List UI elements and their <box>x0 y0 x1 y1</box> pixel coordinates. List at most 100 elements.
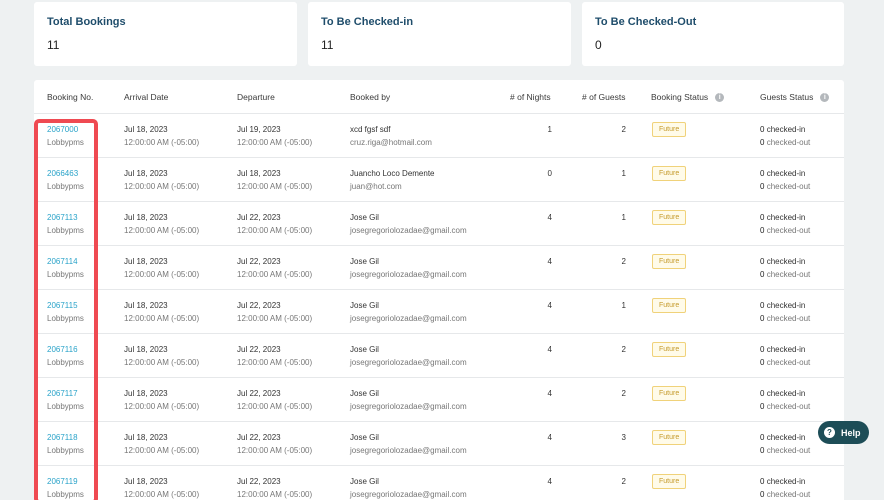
nights-value: 0 <box>547 169 552 178</box>
guest-email: cruz.riga@hotmail.com <box>350 138 432 147</box>
nights-value: 4 <box>547 345 552 354</box>
table-header: Booking No. Arrival Date Departure Booke… <box>34 80 844 114</box>
booking-number-link[interactable]: 2067115 <box>47 301 78 310</box>
checked-out-status: 0 checked-out <box>760 182 810 191</box>
checked-out-count: 0 <box>760 182 765 191</box>
departure-time: 12:00:00 AM (-05:00) <box>237 446 313 455</box>
checked-out-text: checked-out <box>766 402 811 411</box>
checked-in-status: 0 checked-in <box>760 213 805 222</box>
status-badge: Future <box>652 386 687 401</box>
header-booking-status-label[interactable]: Booking Status <box>651 92 708 102</box>
departure-time: 12:00:00 AM (-05:00) <box>237 402 313 411</box>
checked-out-status: 0 checked-out <box>760 226 810 235</box>
checked-out-text: checked-out <box>766 314 811 323</box>
guest-name: Jose Gil <box>350 301 379 310</box>
checked-in-text: checked-in <box>766 345 806 354</box>
checked-out-count: 0 <box>760 358 765 367</box>
guest-email: josegregoriolozadae@gmail.com <box>350 314 467 323</box>
guest-name: Jose Gil <box>350 433 379 442</box>
booking-number-link[interactable]: 2067116 <box>47 345 78 354</box>
header-booked-by[interactable]: Booked by <box>350 92 390 102</box>
checked-in-count: 0 <box>760 477 765 486</box>
checked-out-count: 0 <box>760 138 765 147</box>
table-row[interactable]: 2067118 Lobbypms Jul 18, 2023 12:00:00 AM (… <box>34 422 844 466</box>
guest-name: Jose Gil <box>350 257 379 266</box>
nights-value: 4 <box>547 213 552 222</box>
departure-time: 12:00:00 AM (-05:00) <box>237 182 313 191</box>
checked-in-count: 0 <box>760 213 765 222</box>
guest-name: Jose Gil <box>350 477 379 486</box>
checked-out-count: 0 <box>760 270 765 279</box>
checked-in-text: checked-in <box>766 433 806 442</box>
help-button[interactable]: ? Help <box>818 421 869 444</box>
checked-out-count: 0 <box>760 490 765 499</box>
checked-out-text: checked-out <box>766 490 811 499</box>
departure-time: 12:00:00 AM (-05:00) <box>237 314 313 323</box>
table-row[interactable]: 2067119 Lobbypms Jul 18, 2023 12:00:00 AM (… <box>34 466 844 500</box>
booking-number-link[interactable]: 2067119 <box>47 477 78 486</box>
header-guests-status-label[interactable]: Guests Status <box>760 92 813 102</box>
arrival-date: Jul 18, 2023 <box>124 433 168 442</box>
checked-in-status: 0 checked-in <box>760 433 805 442</box>
checked-in-text: checked-in <box>766 301 806 310</box>
bookings-table: Booking No. Arrival Date Departure Booke… <box>34 80 844 500</box>
booking-number-link[interactable]: 2067000 <box>47 125 78 134</box>
status-badge: Future <box>652 298 687 313</box>
guest-name: Juancho Loco Demente <box>350 169 435 178</box>
arrival-time: 12:00:00 AM (-05:00) <box>124 446 200 455</box>
checked-out-status: 0 checked-out <box>760 270 810 279</box>
booking-number-link[interactable]: 2067114 <box>47 257 78 266</box>
header-nights[interactable]: # of Nights <box>510 92 551 102</box>
arrival-time: 12:00:00 AM (-05:00) <box>124 138 200 147</box>
checked-out-count: 0 <box>760 446 765 455</box>
departure-date: Jul 19, 2023 <box>237 125 281 134</box>
arrival-date: Jul 18, 2023 <box>124 257 168 266</box>
booking-source: Lobbypms <box>47 402 84 411</box>
table-row[interactable]: 2066463 Lobbypms Jul 18, 2023 12:00:00 AM (… <box>34 158 844 202</box>
guest-name: Jose Gil <box>350 345 379 354</box>
table-row[interactable]: 2067115 Lobbypms Jul 18, 2023 12:00:00 AM (… <box>34 290 844 334</box>
to-be-checked-in-value: 11 <box>321 38 334 52</box>
checked-in-status: 0 checked-in <box>760 345 805 354</box>
table-row[interactable]: 2067113 Lobbypms Jul 18, 2023 12:00:00 AM (… <box>34 202 844 246</box>
to-be-checked-out-value: 0 <box>595 38 602 52</box>
guest-email: juan@hot.com <box>350 182 402 191</box>
checked-in-status: 0 checked-in <box>760 301 805 310</box>
guests-value: 1 <box>621 301 626 310</box>
booking-source: Lobbypms <box>47 270 84 279</box>
arrival-time: 12:00:00 AM (-05:00) <box>124 226 200 235</box>
checked-in-text: checked-in <box>766 169 806 178</box>
booking-number-link[interactable]: 2067113 <box>47 213 78 222</box>
booking-number-link[interactable]: 2067118 <box>47 433 78 442</box>
checked-out-text: checked-out <box>766 226 811 235</box>
header-departure[interactable]: Departure <box>237 92 275 102</box>
checked-out-count: 0 <box>760 226 765 235</box>
arrival-date: Jul 18, 2023 <box>124 301 168 310</box>
arrival-time: 12:00:00 AM (-05:00) <box>124 358 200 367</box>
checked-in-count: 0 <box>760 345 765 354</box>
nights-value: 4 <box>547 257 552 266</box>
guests-value: 1 <box>621 213 626 222</box>
booking-number-link[interactable]: 2067117 <box>47 389 78 398</box>
checked-in-status: 0 checked-in <box>760 125 805 134</box>
info-icon[interactable]: i <box>715 93 725 103</box>
checked-in-text: checked-in <box>766 257 806 266</box>
table-row[interactable]: 2067114 Lobbypms Jul 18, 2023 12:00:00 AM (… <box>34 246 844 290</box>
table-row[interactable]: 2067116 Lobbypms Jul 18, 2023 12:00:00 AM (… <box>34 334 844 378</box>
header-booking-status: Booking Status i <box>651 92 725 103</box>
guest-name: Jose Gil <box>350 389 379 398</box>
table-row[interactable]: 2067117 Lobbypms Jul 18, 2023 12:00:00 AM (… <box>34 378 844 422</box>
booking-number-link[interactable]: 2066463 <box>47 169 78 178</box>
status-badge: Future <box>652 342 687 357</box>
table-row[interactable]: 2067000 Lobbypms Jul 18, 2023 12:00:00 AM (… <box>34 114 844 158</box>
header-arrival-date[interactable]: Arrival Date <box>124 92 168 102</box>
arrival-time: 12:00:00 AM (-05:00) <box>124 490 200 499</box>
header-guests[interactable]: # of Guests <box>582 92 625 102</box>
nights-value: 4 <box>547 477 552 486</box>
checked-in-text: checked-in <box>766 477 806 486</box>
nights-value: 4 <box>547 433 552 442</box>
checked-in-status: 0 checked-in <box>760 257 805 266</box>
info-icon[interactable]: i <box>820 93 830 103</box>
header-guests-status: Guests Status i <box>760 92 830 103</box>
header-booking-no[interactable]: Booking No. <box>47 92 93 102</box>
